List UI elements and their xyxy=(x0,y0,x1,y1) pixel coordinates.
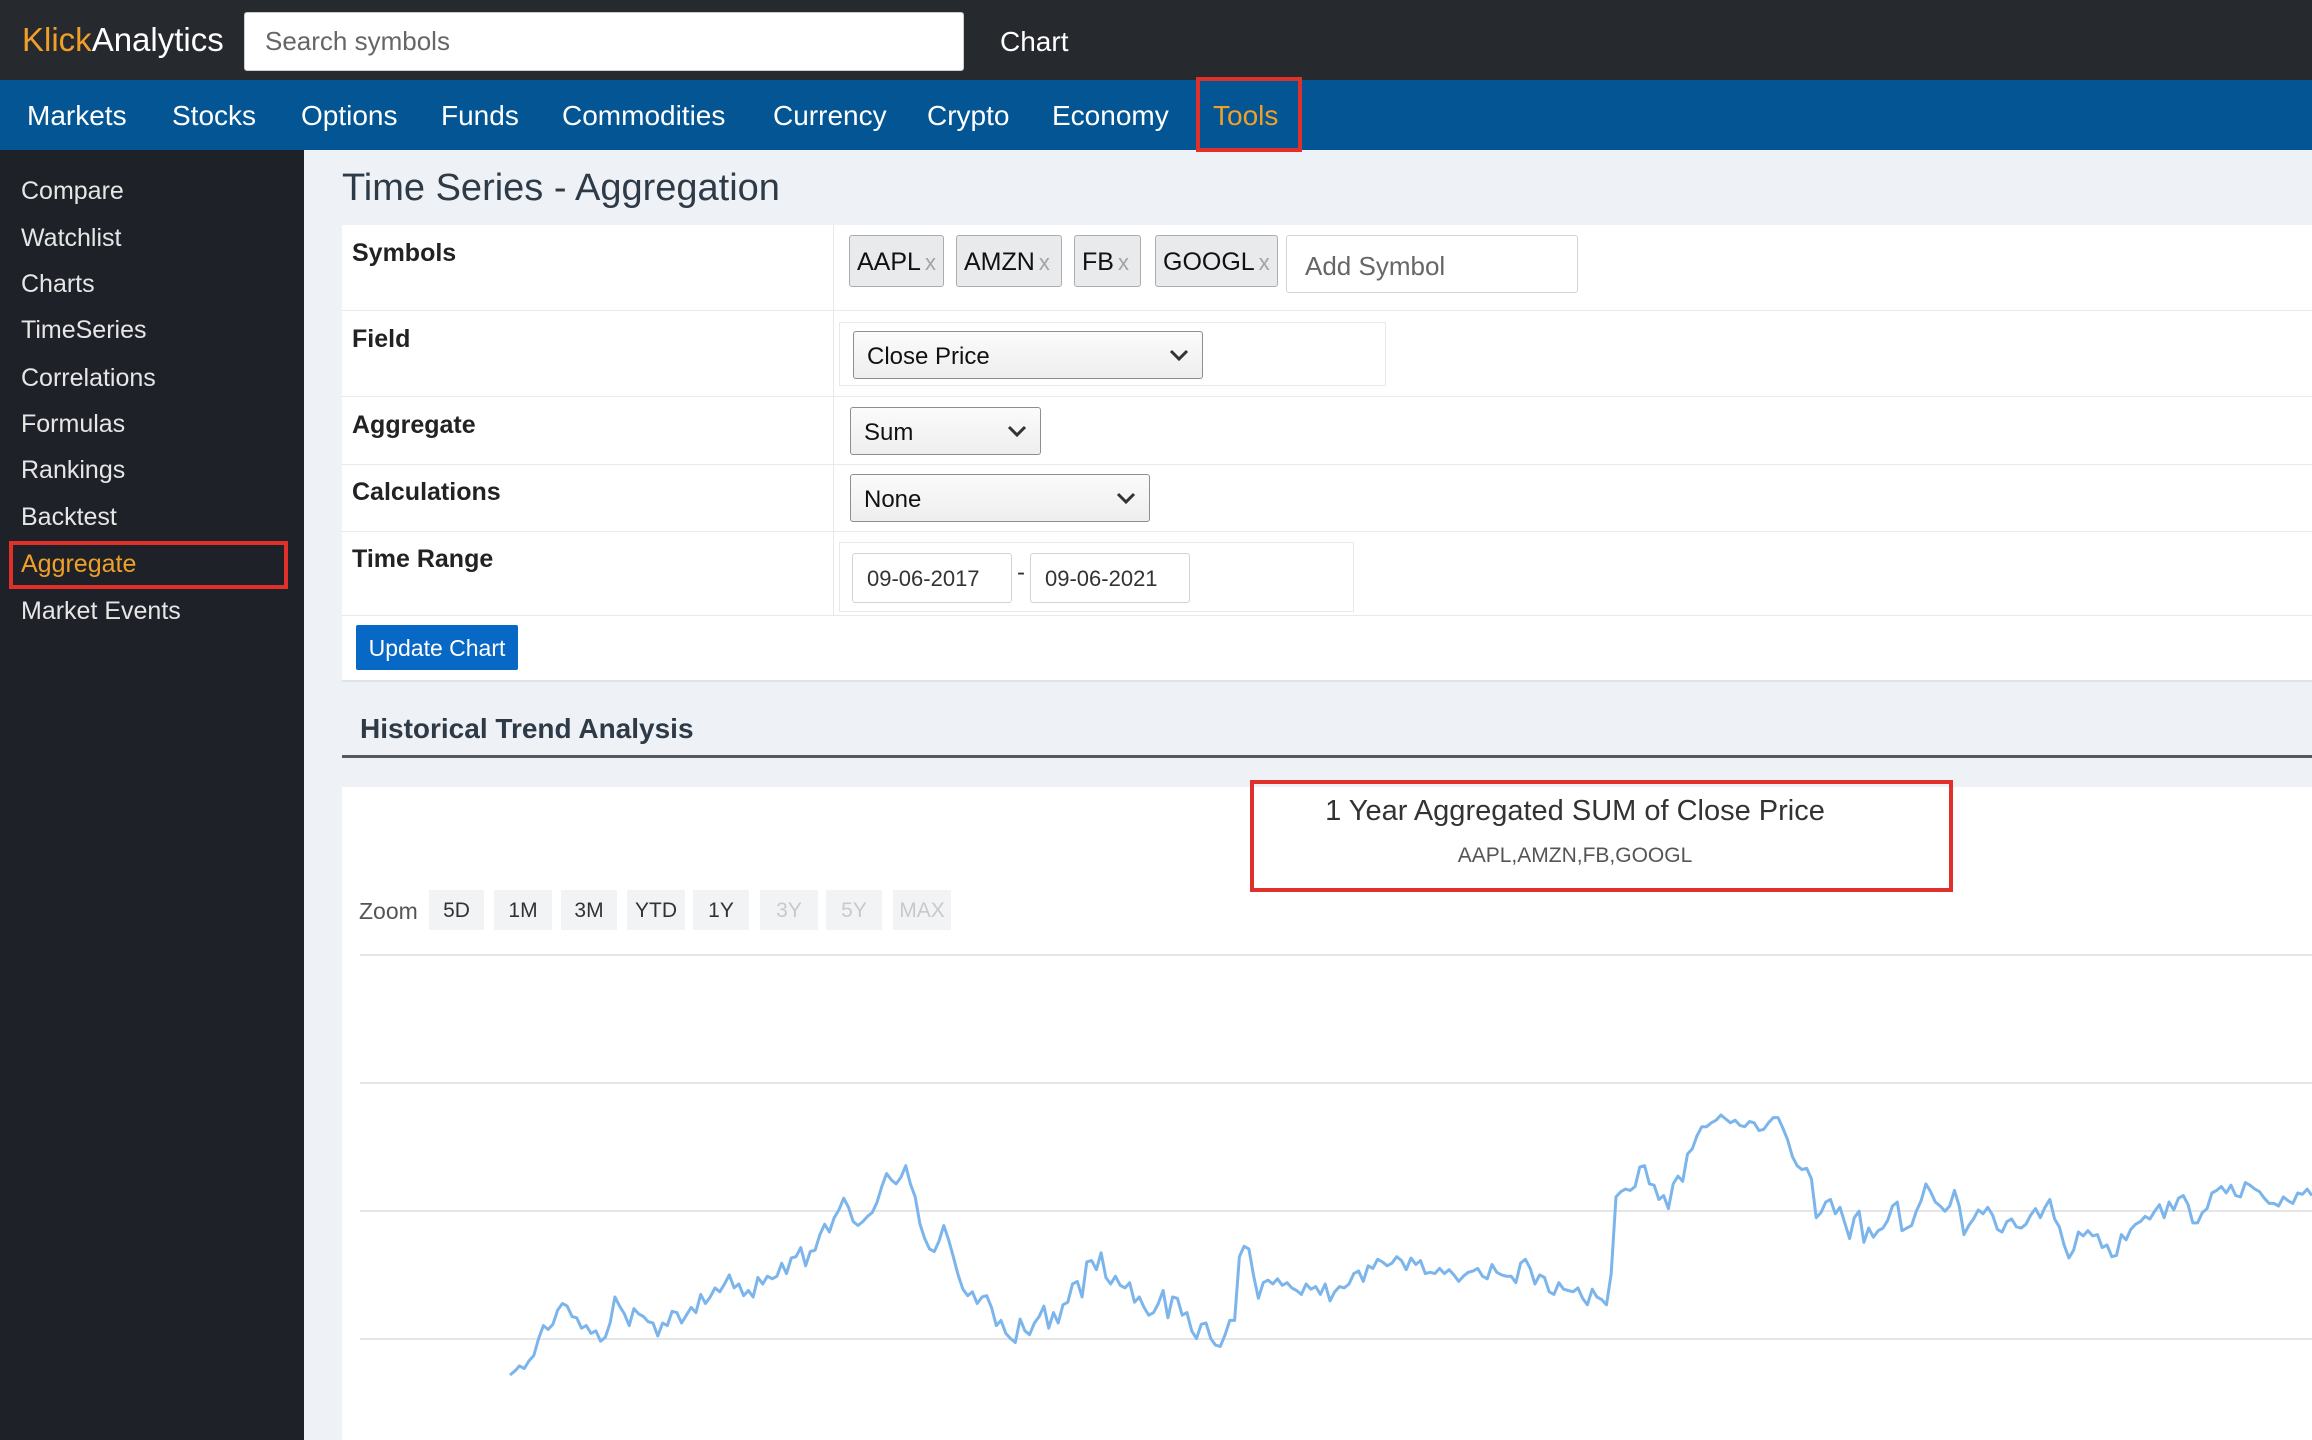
series-line[interactable] xyxy=(509,1113,2312,1377)
line-chart xyxy=(360,954,2312,1377)
